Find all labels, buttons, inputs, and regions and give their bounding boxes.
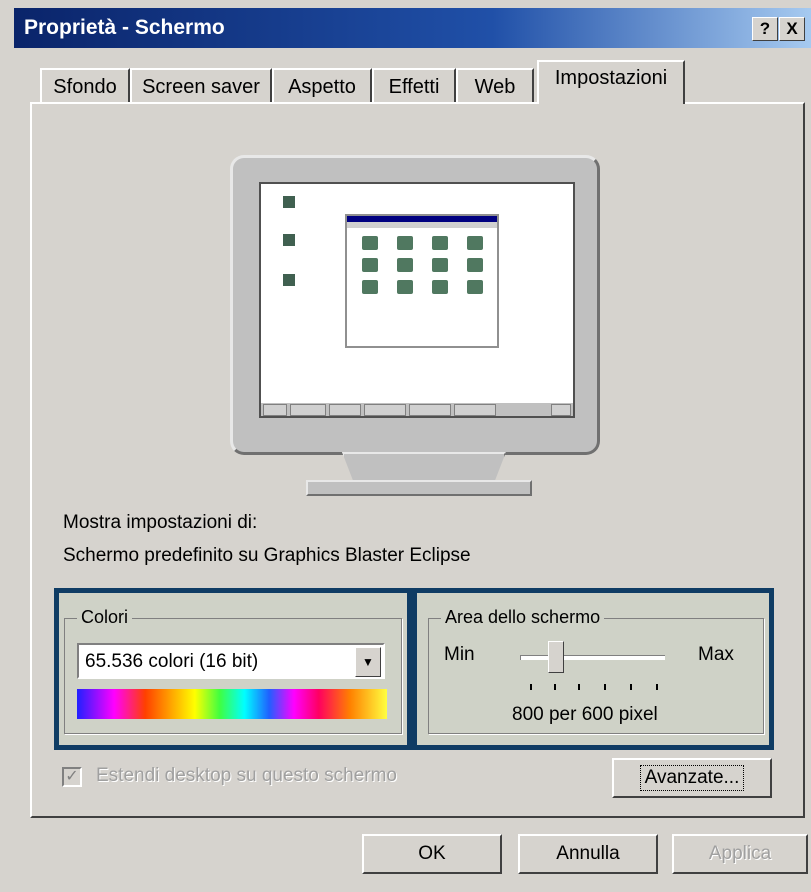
monitor-preview — [230, 155, 600, 455]
title-bar[interactable]: Proprietà - Schermo ? X — [14, 8, 811, 48]
tab-aspetto[interactable]: Aspetto — [272, 68, 372, 102]
tab-impostazioni[interactable]: Impostazioni — [537, 60, 685, 104]
preview-window — [345, 214, 499, 348]
tab-screen-saver[interactable]: Screen saver — [130, 68, 272, 102]
slider-tick — [578, 684, 580, 690]
tab-web[interactable]: Web — [456, 68, 534, 102]
extend-desktop-label: Estendi desktop su questo schermo — [96, 765, 398, 786]
slider-tick — [604, 684, 606, 690]
slider-tick — [530, 684, 532, 690]
window-title: Proprietà - Schermo — [24, 16, 225, 39]
slider-tick — [554, 684, 556, 690]
close-button[interactable]: X — [779, 17, 805, 41]
extend-desktop-checkbox[interactable]: ✓ — [62, 767, 82, 787]
slider-tick — [630, 684, 632, 690]
slider-min-label: Min — [444, 644, 475, 665]
slider-max-label: Max — [698, 644, 734, 665]
tab-sfondo[interactable]: Sfondo — [40, 68, 130, 102]
desktop-icon — [283, 234, 295, 246]
monitor-screen — [259, 182, 575, 418]
cancel-button[interactable]: Annulla — [518, 834, 658, 874]
device-name: Schermo predefinito su Graphics Blaster … — [63, 545, 471, 566]
slider-tick — [656, 684, 658, 690]
screen-area-group-title: Area dello schermo — [441, 607, 605, 628]
resolution-text: 800 per 600 pixel — [512, 704, 658, 725]
desktop-icon — [283, 274, 295, 286]
colors-group-title: Colori — [77, 607, 133, 628]
chevron-down-icon[interactable]: ▼ — [355, 647, 381, 677]
ok-button[interactable]: OK — [362, 834, 502, 874]
show-settings-label: Mostra impostazioni di: — [63, 512, 258, 533]
advanced-button[interactable]: Avanzate... — [612, 758, 772, 798]
advanced-button-label: Avanzate... — [639, 765, 745, 791]
resolution-slider-thumb[interactable] — [548, 641, 564, 673]
monitor-base — [306, 480, 532, 496]
tab-effetti[interactable]: Effetti — [372, 68, 456, 102]
resolution-slider-track[interactable] — [520, 655, 665, 660]
help-button[interactable]: ? — [752, 17, 778, 41]
color-spectrum — [77, 689, 387, 719]
preview-taskbar — [261, 402, 573, 416]
colors-select-value: 65.536 colori (16 bit) — [85, 651, 259, 672]
desktop-icon — [283, 196, 295, 208]
apply-button[interactable]: Applica — [672, 834, 808, 874]
colors-select[interactable]: 65.536 colori (16 bit) ▼ — [77, 643, 385, 679]
